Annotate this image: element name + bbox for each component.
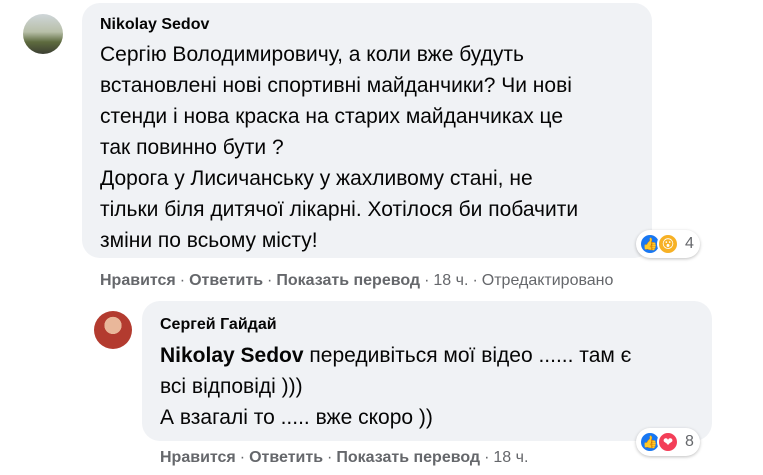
separator: · — [179, 272, 186, 289]
separator: · — [472, 272, 478, 289]
edited-label: Отредактировано — [481, 272, 614, 289]
timestamp[interactable]: 18 ч. — [433, 272, 468, 289]
separator: · — [484, 449, 490, 466]
reaction-count: 8 — [685, 433, 694, 450]
reaction-count: 4 — [685, 235, 694, 252]
mention-link[interactable]: Nikolay Sedov — [160, 344, 304, 367]
reply-link[interactable]: Ответить — [249, 449, 323, 466]
reaction-summary[interactable]: 👍 😮 4 — [636, 230, 700, 258]
reply-text: Nikolay Sedov передивіться мої відео ...… — [160, 340, 700, 433]
love-icon: ❤ — [657, 431, 679, 453]
separator: · — [424, 272, 430, 289]
comment-actions: Нравится · Ответить · Показать перевод · 18 ч.… — [100, 272, 613, 290]
reply-author[interactable]: Сергей Гайдай — [160, 316, 277, 334]
separator: · — [267, 272, 273, 289]
like-link[interactable]: Нравится — [100, 272, 176, 289]
reply-avatar[interactable] — [94, 311, 132, 349]
timestamp[interactable]: 18 ч. — [493, 449, 528, 466]
translate-link[interactable]: Показать перевод — [276, 272, 420, 289]
comment-text: Сергію Володимировичу, а коли вже будуть… — [100, 43, 579, 252]
separator: · — [327, 449, 333, 466]
separator: · — [239, 449, 246, 466]
reply-actions: Нравится · Ответить · Показать перевод · 18 ч. — [160, 449, 528, 467]
comment-author[interactable]: Nikolay Sedov — [100, 16, 209, 34]
commenter-avatar[interactable] — [23, 14, 63, 54]
reply-link[interactable]: Ответить — [189, 272, 263, 289]
translate-link[interactable]: Показать перевод — [336, 449, 480, 466]
like-link[interactable]: Нравится — [160, 449, 236, 466]
wow-icon: 😮 — [657, 233, 679, 255]
reaction-summary[interactable]: 👍 ❤ 8 — [636, 428, 700, 456]
